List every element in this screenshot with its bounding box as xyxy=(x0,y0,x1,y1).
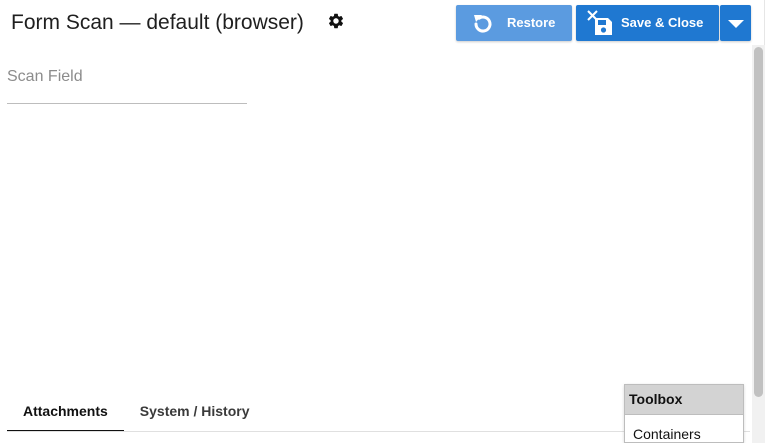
page-title: Form Scan — default (browser) xyxy=(11,11,304,34)
more-actions-button[interactable] xyxy=(720,5,751,41)
scan-field-input[interactable] xyxy=(7,62,247,92)
tab-bar: Attachments System / History xyxy=(7,393,266,433)
tab-attachments[interactable]: Attachments xyxy=(7,393,124,432)
toolbox-panel: Toolbox Containers xyxy=(624,384,744,443)
gear-icon[interactable] xyxy=(327,12,345,30)
caret-down-icon xyxy=(728,20,744,28)
save-close-label: Save & Close xyxy=(621,15,704,30)
toolbox-title[interactable]: Toolbox xyxy=(625,385,743,415)
toolbox-item-containers[interactable]: Containers xyxy=(625,415,743,442)
undo-icon xyxy=(474,15,492,33)
save-close-button[interactable]: Save & Close xyxy=(576,5,719,41)
restore-label: Restore xyxy=(507,15,556,30)
save-close-icon xyxy=(587,10,612,35)
tab-system-history[interactable]: System / History xyxy=(124,393,266,432)
scan-field xyxy=(7,60,247,104)
restore-button[interactable]: Restore xyxy=(456,5,572,41)
scrollbar-thumb[interactable] xyxy=(754,47,763,397)
vertical-scrollbar[interactable] xyxy=(752,45,765,443)
